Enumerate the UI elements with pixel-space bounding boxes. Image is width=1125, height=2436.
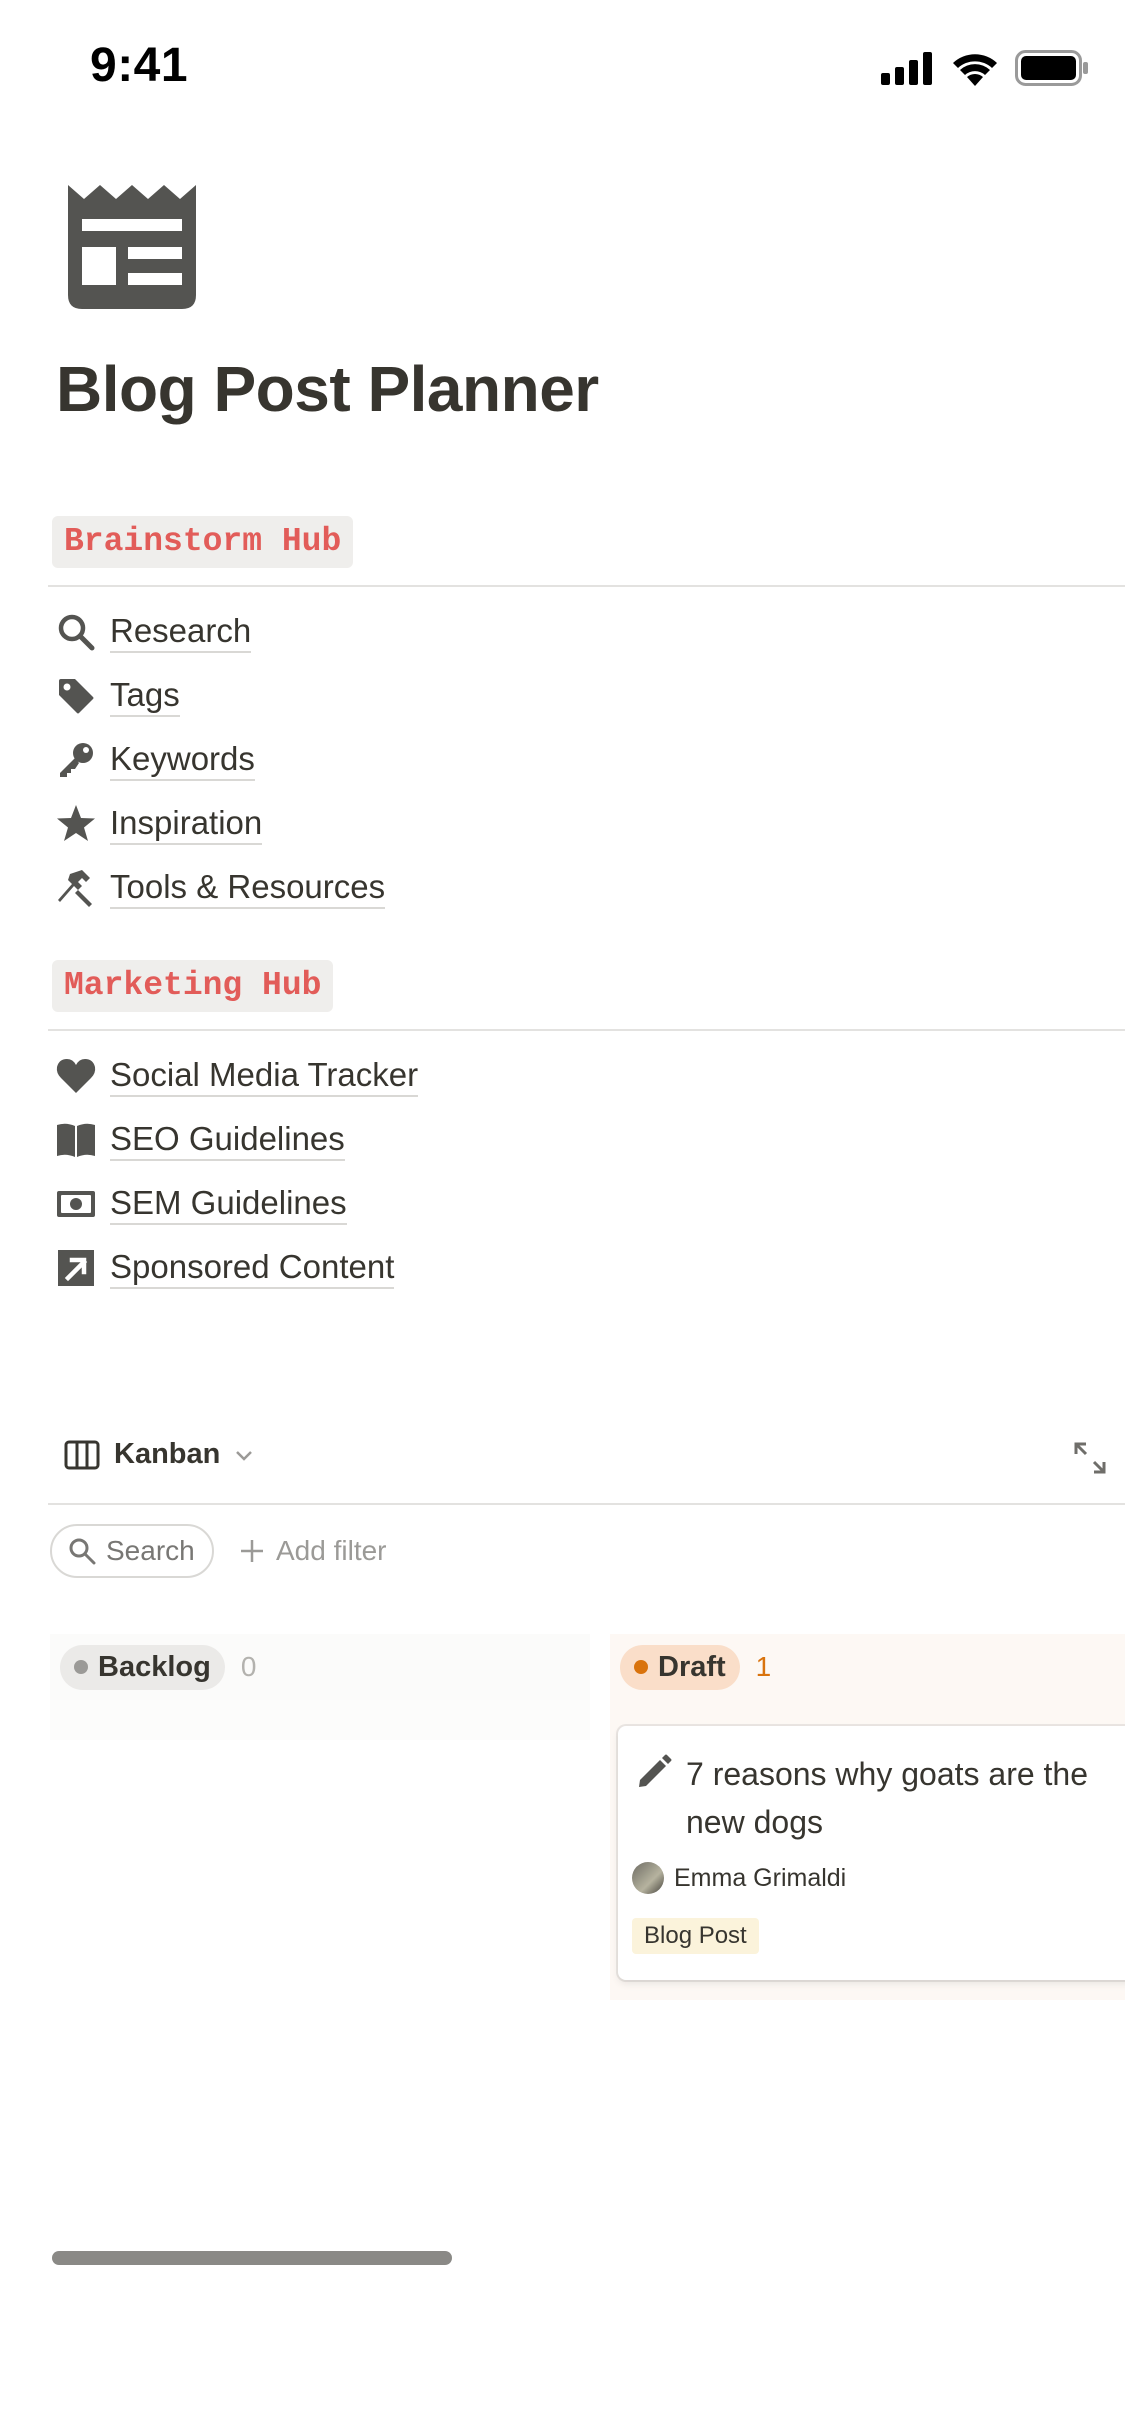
card-title: 7 reasons why goats are the new dogs — [686, 1756, 1089, 1840]
section-divider — [48, 1029, 1125, 1031]
tag-icon — [56, 676, 96, 716]
add-filter-label: Add filter — [276, 1535, 387, 1566]
heart-icon — [56, 1056, 96, 1096]
kanban-column-header-backlog[interactable]: Backlog 0 — [50, 1634, 590, 1700]
add-filter-button[interactable]: Add filter — [238, 1530, 387, 1572]
link-label: SEM Guidelines — [110, 1183, 347, 1225]
card-author: Emma Grimaldi — [674, 1864, 847, 1892]
link-research[interactable]: Research — [56, 604, 252, 660]
section-marketing-hub: Marketing Hub — [52, 960, 334, 1012]
link-label: Research — [110, 611, 252, 653]
kanban-column-backlog — [50, 1700, 590, 1740]
status-icons — [881, 50, 1089, 86]
link-sem-guidelines[interactable]: SEM Guidelines — [56, 1176, 347, 1232]
column-count: 1 — [755, 1651, 772, 1682]
link-sponsored-content[interactable]: Sponsored Content — [56, 1240, 395, 1296]
database-divider — [48, 1503, 1125, 1505]
link-inspiration[interactable]: Inspiration — [56, 796, 263, 852]
status-time: 9:41 — [90, 39, 189, 92]
money-icon — [56, 1184, 96, 1224]
status-tag: Backlog — [60, 1644, 225, 1690]
link-seo-guidelines[interactable]: SEO Guidelines — [56, 1112, 345, 1168]
link-label: Inspiration — [110, 803, 263, 845]
column-name: Backlog — [98, 1650, 211, 1683]
card-tag: Blog Post — [632, 1918, 759, 1954]
chevron-down-icon — [236, 1450, 253, 1461]
search-icon — [69, 1538, 96, 1565]
wifi-icon — [953, 54, 997, 86]
status-dot — [74, 1660, 88, 1674]
link-label: Keywords — [110, 739, 255, 781]
star-icon — [56, 804, 96, 844]
search-placeholder: Search — [106, 1535, 195, 1566]
book-icon — [56, 1120, 96, 1160]
link-keywords[interactable]: Keywords — [56, 732, 255, 788]
search-input[interactable]: Search — [50, 1524, 214, 1578]
search-icon — [56, 612, 96, 652]
link-tags[interactable]: Tags — [56, 668, 180, 724]
view-label: Kanban — [114, 1438, 221, 1470]
kanban-view-icon — [64, 1440, 100, 1469]
column-name: Draft — [658, 1650, 726, 1683]
link-social-media-tracker[interactable]: Social Media Tracker — [56, 1048, 419, 1104]
status-tag: Draft — [620, 1644, 740, 1690]
section-brainstorm-hub: Brainstorm Hub — [52, 516, 354, 568]
hammer-icon — [56, 868, 96, 908]
expand-icon[interactable] — [1072, 1440, 1108, 1476]
column-count: 0 — [240, 1651, 257, 1682]
link-label: Tools & Resources — [110, 867, 386, 909]
link-tools-resources[interactable]: Tools & Resources — [56, 860, 386, 916]
newspaper-icon — [68, 185, 196, 309]
avatar — [632, 1862, 664, 1894]
link-label: Tags — [110, 675, 180, 717]
arrow-up-right-icon — [56, 1248, 96, 1288]
kanban-column-header-draft[interactable]: Draft 1 — [610, 1634, 1125, 1700]
view-selector-kanban[interactable]: Kanban — [64, 1438, 254, 1471]
kanban-card[interactable]: 7 reasons why goats are the new dogs Emm… — [618, 1726, 1125, 1980]
section-divider — [48, 585, 1125, 587]
plus-icon — [241, 1540, 263, 1562]
status-dot — [634, 1660, 648, 1674]
link-label: Social Media Tracker — [110, 1055, 419, 1097]
link-label: SEO Guidelines — [110, 1119, 345, 1161]
cellular-signal-icon — [881, 52, 932, 85]
link-label: Sponsored Content — [110, 1247, 395, 1289]
pencil-icon — [639, 1754, 672, 1787]
key-icon — [56, 740, 96, 780]
horizontal-scrollbar[interactable] — [52, 2251, 452, 2265]
battery-icon — [1015, 50, 1088, 86]
page-title: Blog Post Planner — [56, 353, 599, 425]
